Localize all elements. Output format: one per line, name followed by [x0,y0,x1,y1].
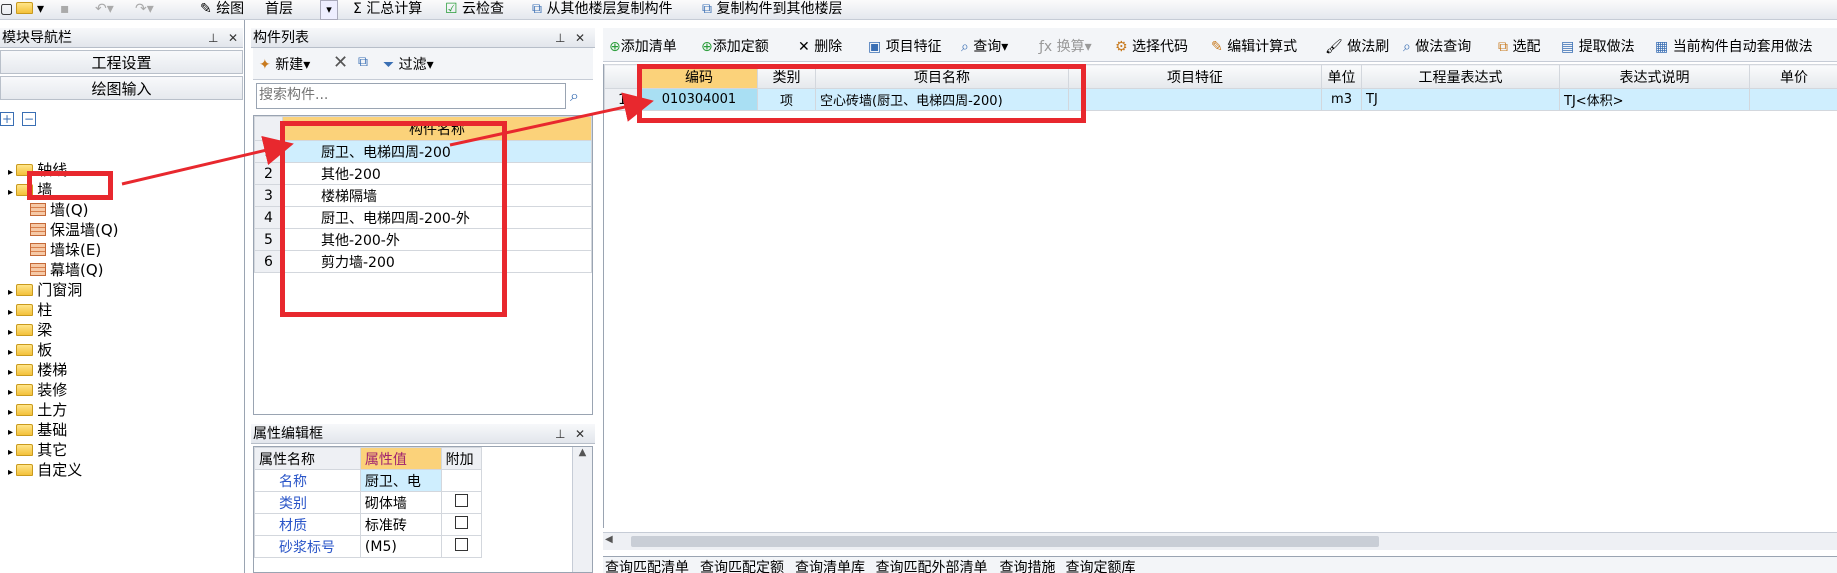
arrow-list-to-grid [449,92,654,147]
arrow-wall-to-list [121,135,294,186]
annotation-arrows [121,92,654,186]
